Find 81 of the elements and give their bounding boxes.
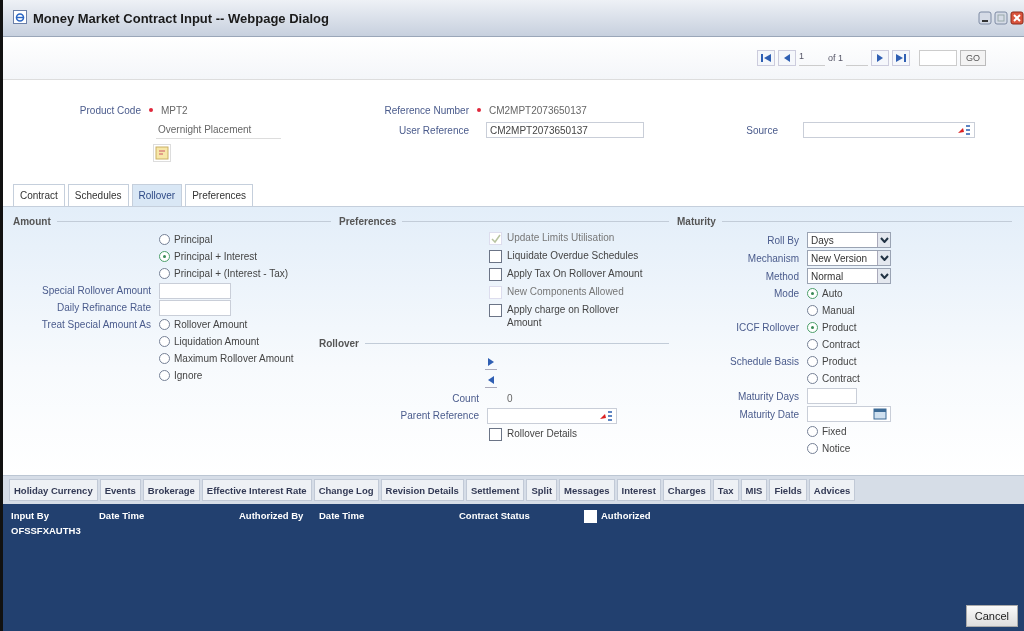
field-label: Method xyxy=(764,270,799,282)
sub-tab[interactable]: Events xyxy=(99,479,141,501)
dropdown[interactable]: Days xyxy=(807,232,891,248)
option-label: Rollover Amount xyxy=(174,319,248,330)
page-count: of 1 xyxy=(827,53,843,63)
checkbox-label: Rollover Details xyxy=(507,427,579,440)
option-label: Product xyxy=(822,356,857,367)
page-field[interactable]: 1 xyxy=(798,50,825,66)
cancel-button[interactable]: Cancel xyxy=(965,605,1018,627)
option-label: Principal + (Interest - Tax) xyxy=(174,268,289,279)
sub-tab[interactable]: Holiday Currency xyxy=(9,479,98,501)
tab[interactable]: Preferences xyxy=(185,184,254,206)
checkbox-label: Apply charge on Rollover Amount xyxy=(507,303,620,329)
field-label: Product Code xyxy=(78,104,141,116)
checkbox-label: Authorized xyxy=(601,510,651,521)
sub-tab[interactable]: Effective Interest Rate xyxy=(201,479,312,501)
field-label: Reference Number xyxy=(383,104,469,116)
option-label: Contract xyxy=(822,339,860,350)
sub-tab[interactable]: Interest xyxy=(616,479,661,501)
field-label: Maturity Date xyxy=(738,408,799,420)
field-label: Roll By xyxy=(766,234,799,246)
option-label: Ignore xyxy=(174,370,203,381)
field-label: User Reference xyxy=(397,124,469,136)
sub-tab[interactable]: Tax xyxy=(712,479,739,501)
checkbox-label: New Components Allowed xyxy=(507,285,625,298)
tab[interactable]: Schedules xyxy=(67,184,129,206)
option-label: Manual xyxy=(822,305,855,316)
sub-tab[interactable]: Fields xyxy=(769,479,807,501)
sub-tab[interactable]: Settlement xyxy=(465,479,525,501)
window-title: Money Market Contract Input -- Webpage Dialog xyxy=(33,10,329,26)
checkbox-label: Update Limits Utilisation xyxy=(507,231,616,244)
sub-tab[interactable]: Messages xyxy=(559,479,615,501)
tab[interactable]: Rollover xyxy=(131,184,183,206)
sub-tab[interactable]: Brokerage xyxy=(142,479,200,501)
sub-tab[interactable]: MIS xyxy=(740,479,768,501)
field-label: ICCF Rollover xyxy=(735,321,799,335)
product-description: Overnight Placement xyxy=(156,121,282,139)
sub-tab[interactable]: Change Log xyxy=(313,479,379,501)
field-label: Count xyxy=(451,393,479,404)
option-label: Principal xyxy=(174,234,213,245)
field-label: Date Time xyxy=(99,510,146,521)
product-code-value: MPT2 xyxy=(161,104,188,116)
dropdown[interactable]: Normal xyxy=(807,268,891,284)
reference-number-value: CM2MPT2073650137 xyxy=(489,104,587,116)
section-title: Rollover xyxy=(319,337,359,349)
field-label: Parent Reference xyxy=(399,410,479,421)
field-label: Mode xyxy=(773,287,799,301)
sub-tab[interactable]: Revision Details xyxy=(380,479,464,501)
dropdown[interactable]: New Version xyxy=(807,250,891,266)
tab[interactable]: Contract xyxy=(13,184,65,206)
field-label: Input By xyxy=(11,510,50,521)
section-title: Maturity xyxy=(677,215,716,227)
field-label: Schedule Basis xyxy=(729,355,799,369)
section-title: Amount xyxy=(13,215,51,227)
option-label: Fixed xyxy=(822,426,847,437)
sub-tab[interactable]: Advices xyxy=(808,479,856,501)
field-label: Mechanism xyxy=(746,252,799,264)
sub-tab[interactable]: Charges xyxy=(662,479,711,501)
field-label: Authorized By xyxy=(239,510,305,521)
field-label: Source xyxy=(745,124,778,136)
field-label: Special Rollover Amount xyxy=(41,285,151,296)
section-title: Preferences xyxy=(339,215,397,227)
field-label: Treat Special Amount As xyxy=(40,318,151,332)
sub-tab[interactable]: Split xyxy=(526,479,558,501)
option-label: Contract xyxy=(822,373,860,384)
option-label: Auto xyxy=(822,288,843,299)
checkbox-label: Apply Tax On Rollover Amount xyxy=(507,267,644,280)
user-reference-field[interactable]: CM2MPT2073650137 xyxy=(486,122,644,138)
option-label: Principal + Interest xyxy=(174,251,258,262)
option-label: Product xyxy=(822,322,857,333)
option-label: Notice xyxy=(822,443,851,454)
go-button[interactable]: GO xyxy=(960,50,986,66)
checkbox-label: Liquidate Overdue Schedules xyxy=(507,249,640,262)
input-by-value: OFSSFXAUTH3 xyxy=(11,525,82,536)
count-value: 0 xyxy=(506,393,513,404)
option-label: Liquidation Amount xyxy=(174,336,260,347)
field-label: Date Time xyxy=(319,510,366,521)
field-label: Contract Status xyxy=(459,510,531,521)
field-label: Daily Refinance Rate xyxy=(56,302,151,313)
option-label: Maximum Rollover Amount xyxy=(174,353,294,364)
field-label: Maturity Days xyxy=(736,390,799,402)
